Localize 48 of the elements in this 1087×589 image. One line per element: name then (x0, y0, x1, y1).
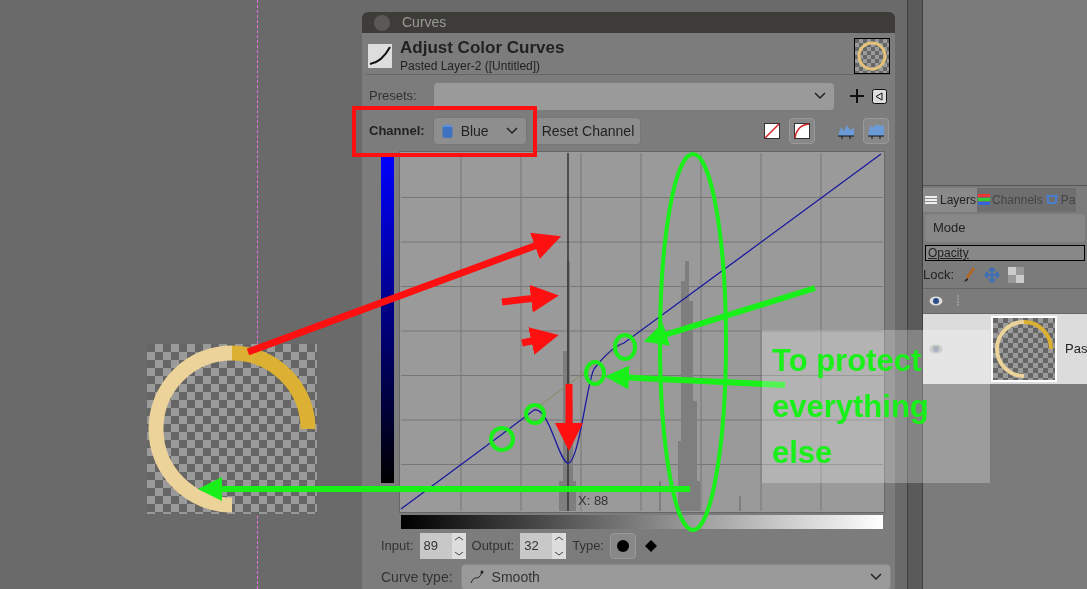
channels-icon (978, 193, 991, 207)
presets-label: Presets: (368, 87, 418, 106)
annotation-circle (584, 360, 606, 386)
menu-toggle-icon[interactable] (872, 88, 887, 104)
curve-type-label: Curve type: (381, 567, 453, 587)
dialog-subtitle: Pasted Layer-2 ([Untitled]) (400, 58, 542, 74)
curved-curve-icon[interactable] (789, 118, 815, 144)
channel-label: Channel: (368, 122, 426, 141)
opacity-field[interactable]: Opacity (925, 245, 1086, 261)
cursor-readout: X: 88 (578, 492, 609, 510)
panel-tab[interactable]: Layers (923, 188, 978, 212)
annotation-circle (524, 403, 546, 425)
smooth-curve-icon (469, 570, 484, 584)
chevron-down-icon (505, 127, 518, 135)
mode-dropdown[interactable]: Mode (925, 214, 1086, 242)
channel-value: Blue (460, 121, 490, 141)
input-label: Input: (381, 537, 414, 556)
reset-channel-button[interactable]: Reset Channel (534, 117, 642, 145)
input-spinner[interactable]: 89 (419, 533, 466, 559)
paintbrush-icon[interactable] (962, 267, 977, 283)
layer-row[interactable]: Pas (923, 314, 1087, 384)
annotation-circle (613, 333, 637, 361)
curve-icon (368, 43, 392, 68)
layer-name: Pas (1065, 340, 1087, 359)
curve-type-dropdown[interactable]: Smooth (460, 564, 891, 589)
annotation-circle (489, 426, 515, 452)
circle-point-icon[interactable] (609, 533, 636, 559)
close-icon[interactable] (374, 14, 390, 31)
dialog-heading: Adjust Color Curves (400, 37, 566, 59)
window-title: Curves (402, 13, 447, 32)
output-label: Output: (471, 537, 515, 556)
type-label: Type: (572, 537, 604, 556)
layer-thumbnail (991, 316, 1057, 382)
annotation-note: To protect everything else (762, 330, 990, 483)
checkerboard-icon[interactable] (1008, 267, 1025, 283)
plus-icon[interactable] (850, 89, 864, 103)
chevron-down-icon (814, 92, 826, 100)
output-spinner[interactable]: 32 (520, 533, 567, 559)
eye-icon[interactable] (929, 296, 943, 306)
channel-icon (441, 124, 453, 138)
channel-dropdown[interactable]: Blue (432, 117, 527, 145)
layers-icon (924, 194, 938, 206)
layer-thumbnail (854, 37, 890, 74)
paths-icon (1044, 194, 1059, 206)
chevron-down-icon (869, 573, 882, 581)
lock-label: Lock: (923, 266, 955, 285)
log-histogram-icon[interactable] (863, 118, 889, 144)
curve-type-value: Smooth (491, 567, 541, 587)
